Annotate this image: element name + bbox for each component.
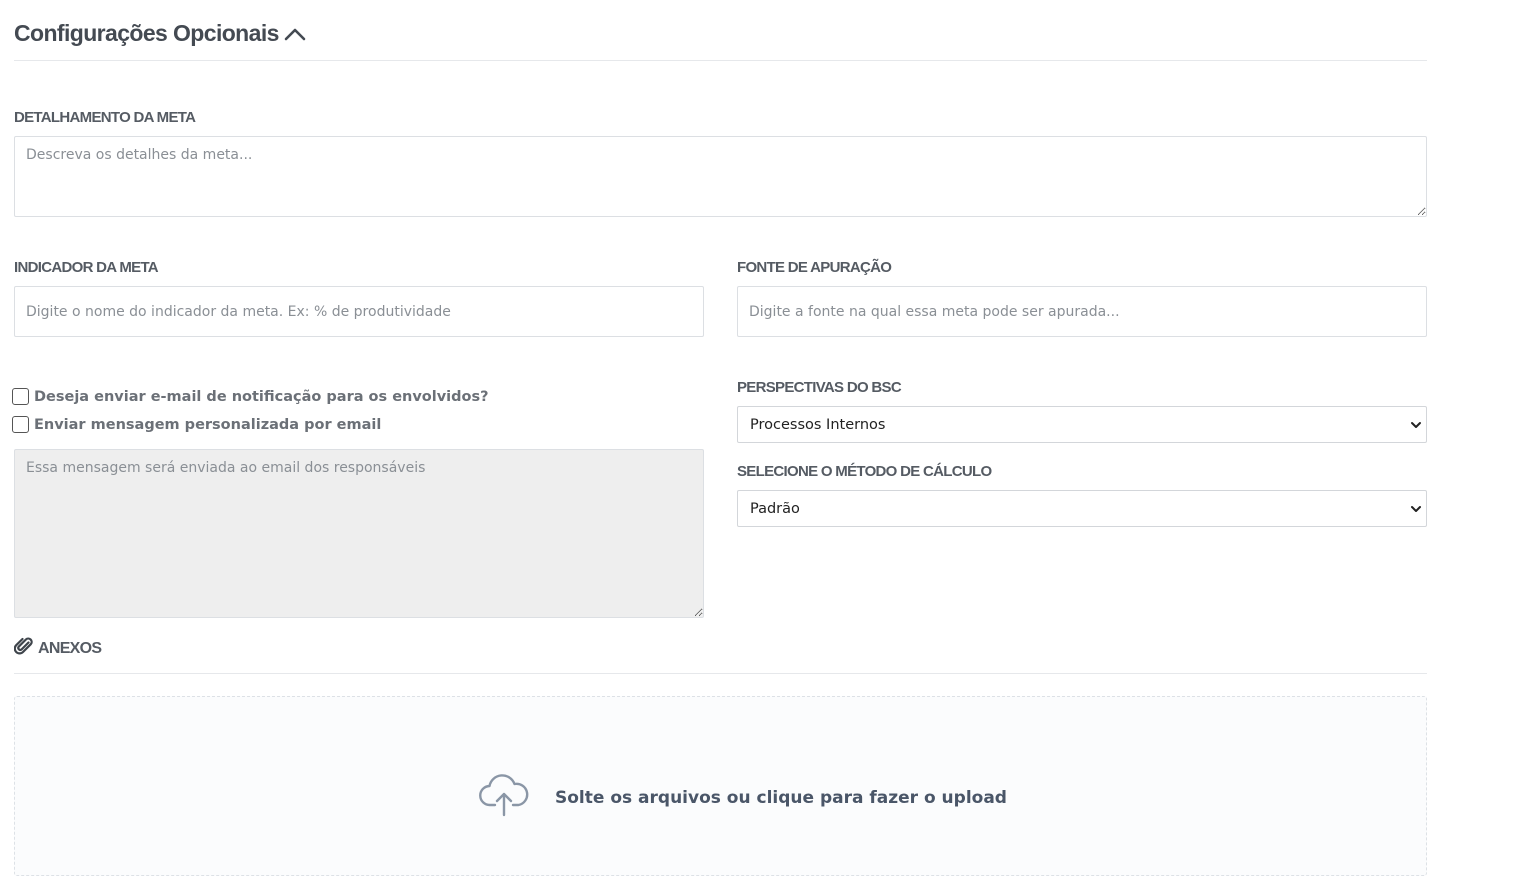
metodo-label: SELECIONE O MÉTODO DE CÁLCULO <box>737 463 992 480</box>
paperclip-icon <box>13 636 34 661</box>
detalhamento-label: DETALHAMENTO DA META <box>14 109 196 126</box>
fonte-label: FONTE DE APURAÇÃO <box>737 259 892 276</box>
detalhamento-textarea[interactable] <box>14 136 1427 217</box>
anexos-label: ANEXOS <box>38 639 102 657</box>
custom-message-option[interactable]: Enviar mensagem personalizada por email <box>12 416 381 433</box>
dropzone-text: Solte os arquivos ou clique para fazer o… <box>555 787 1007 808</box>
anexos-header: ANEXOS <box>13 636 102 661</box>
indicador-input[interactable] <box>14 286 704 337</box>
custom-message-label: Enviar mensagem personalizada por email <box>34 416 382 433</box>
custom-message-textarea <box>14 449 704 618</box>
perspectivas-select[interactable]: Processos Internos <box>737 406 1427 443</box>
chevron-up-icon <box>283 26 307 42</box>
section-title: Configurações Opcionais <box>14 20 279 46</box>
custom-message-checkbox[interactable] <box>12 416 29 433</box>
cloud-upload-icon <box>479 773 529 822</box>
indicador-label: INDICADOR DA META <box>14 259 159 276</box>
email-notification-checkbox[interactable] <box>12 388 29 405</box>
fonte-input[interactable] <box>737 286 1427 337</box>
perspectivas-label: PERSPECTIVAS DO BSC <box>737 379 902 396</box>
section-divider <box>14 60 1427 61</box>
optional-settings-toggle[interactable]: Configurações Opcionais <box>14 20 307 47</box>
email-notification-option[interactable]: Deseja enviar e-mail de notificação para… <box>12 388 489 405</box>
upload-dropzone[interactable]: Solte os arquivos ou clique para fazer o… <box>14 696 1427 876</box>
metodo-select[interactable]: Padrão <box>737 490 1427 527</box>
email-notification-label: Deseja enviar e-mail de notificação para… <box>34 388 489 405</box>
anexos-divider <box>14 673 1427 674</box>
